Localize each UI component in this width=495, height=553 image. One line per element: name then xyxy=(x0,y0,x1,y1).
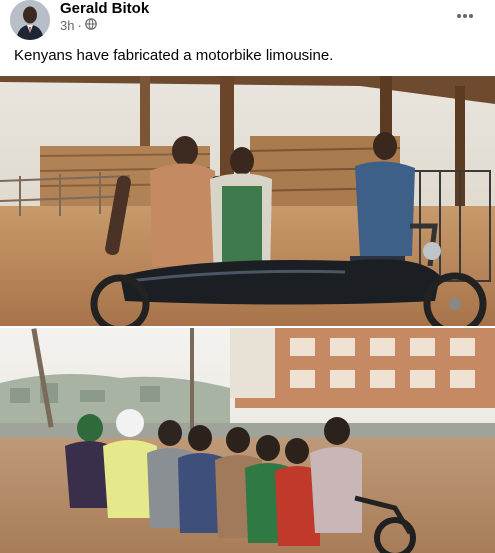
globe-icon[interactable] xyxy=(85,18,97,33)
post-time[interactable]: 3h xyxy=(60,18,74,33)
meta-separator: · xyxy=(77,18,82,33)
more-options-icon[interactable] xyxy=(451,6,479,26)
avatar-image xyxy=(10,0,50,40)
author-avatar[interactable] xyxy=(10,0,50,40)
author-name[interactable]: Gerald Bitok xyxy=(60,0,149,17)
post-header: Gerald Bitok 3h · xyxy=(0,0,495,42)
post-card: Gerald Bitok 3h · Kenyans have fabricate… xyxy=(0,0,495,553)
post-meta: 3h · xyxy=(60,18,97,33)
post-text: Kenyans have fabricated a motorbike limo… xyxy=(14,47,334,64)
workshop-photo[interactable] xyxy=(0,76,495,326)
road-photo[interactable] xyxy=(0,328,495,553)
